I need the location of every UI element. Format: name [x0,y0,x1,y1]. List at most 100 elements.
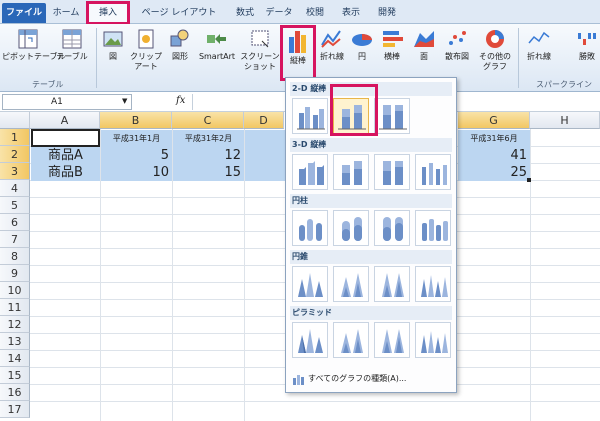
pivot-table-button[interactable]: ピボットテーブル [2,27,66,62]
area-chart-label: 面 [420,52,428,61]
row-header[interactable]: 5 [0,197,30,214]
cell-g1[interactable]: 平成31年6月 [458,130,530,147]
cell-a1-selected[interactable] [31,129,100,147]
group-separator [96,28,97,88]
grid-line [30,401,600,402]
all-chart-types-link[interactable]: すべてのグラフの種類(A)... [290,370,452,388]
row-header[interactable]: 4 [0,180,30,197]
cell-c1[interactable]: 平成31年2月 [173,130,244,147]
table-button[interactable]: テーブル [54,27,90,62]
scatter-chart-button[interactable]: 散布図 [440,27,474,62]
column-header-h[interactable]: H [530,112,600,129]
percent-stacked-column-2d[interactable] [374,98,410,134]
percent-stacked-pyramid[interactable] [374,322,410,358]
row-header[interactable]: 7 [0,231,30,248]
cylinder-icon [342,217,362,241]
cell-b2[interactable]: 5 [101,147,172,164]
clustered-pyramid[interactable] [292,322,328,358]
column-header-c[interactable]: C [172,112,244,129]
cell-g3[interactable]: 25 [458,164,530,181]
fill-handle[interactable] [527,178,531,182]
tab-data[interactable]: データ [262,3,296,23]
cell-g2[interactable]: 41 [458,147,530,164]
sparkline-winloss-button[interactable]: 勝敗 [574,27,600,62]
name-box[interactable]: A1 [2,94,132,110]
cell-a2[interactable]: 商品A [31,147,100,164]
percent-stacked-column-icon [379,105,407,130]
stacked-pyramid[interactable] [333,322,369,358]
clustered-cylinder[interactable] [292,210,328,246]
tab-review[interactable]: 校閲 [300,3,330,23]
cell-d2[interactable] [245,147,285,164]
other-charts-button[interactable]: その他の グラフ [476,27,514,72]
percent-stacked-cone[interactable] [374,266,410,302]
line-chart-icon [321,30,341,48]
row-header[interactable]: 9 [0,265,30,282]
row-header[interactable]: 6 [0,214,30,231]
column-header-a[interactable]: A [30,112,100,129]
cell-c3[interactable]: 15 [173,164,244,181]
all-chart-types-label: すべてのグラフの種類(A)... [308,374,407,383]
stacked-column-3d[interactable] [333,154,369,190]
cone-3d[interactable] [415,266,451,302]
pyramid-icon [341,329,363,353]
pyramid-3d[interactable] [415,322,451,358]
column-header-d[interactable]: D [244,112,284,129]
row-header[interactable]: 10 [0,282,30,299]
column-header-g[interactable]: G [458,112,530,129]
line-chart-button[interactable]: 折れ線 [317,27,347,62]
area-chart-icon [414,31,434,47]
percent-stacked-column-3d[interactable] [374,154,410,190]
tab-file[interactable]: ファイル [2,3,46,23]
cell-b1[interactable]: 平成31年1月 [101,130,172,147]
row-header[interactable]: 3 [0,163,30,180]
row-header[interactable]: 12 [0,316,30,333]
clustered-column-3d[interactable] [292,154,328,190]
row-header[interactable]: 2 [0,146,30,163]
tab-formulas[interactable]: 数式 [230,3,260,23]
stacked-cone[interactable] [333,266,369,302]
screenshot-button[interactable]: スクリーン ショット [240,27,280,72]
column-header-b[interactable]: B [100,112,172,129]
tab-view[interactable]: 表示 [336,3,366,23]
clustered-cone[interactable] [292,266,328,302]
row-header[interactable]: 1 [0,129,30,146]
cylinder-3d[interactable] [415,210,451,246]
cell-b3[interactable]: 10 [101,164,172,181]
shapes-button[interactable]: 図形 [166,27,194,62]
cell-d3[interactable] [245,164,285,181]
row-header[interactable]: 11 [0,299,30,316]
cell-c2[interactable]: 12 [173,147,244,164]
select-all-corner[interactable] [0,112,30,129]
chevron-down-icon[interactable]: ▼ [122,97,127,105]
sparkline-winloss-label: 勝敗 [579,52,595,61]
fx-icon[interactable]: fx [176,95,185,106]
tab-page-layout[interactable]: ページ レイアウト [134,3,224,23]
bar-chart-button[interactable]: 横棒 [377,27,407,62]
row-header[interactable]: 15 [0,367,30,384]
pivot-table-label: ピボットテーブル [2,52,66,61]
row-header[interactable]: 16 [0,384,30,401]
percent-stacked-cylinder[interactable] [374,210,410,246]
pie-chart-button[interactable]: 円 [349,27,375,62]
area-chart-button[interactable]: 面 [410,27,438,62]
row-header[interactable]: 13 [0,333,30,350]
tab-developer[interactable]: 開発 [370,3,404,23]
clipart-button[interactable]: クリップ アート [128,27,164,72]
row-header[interactable]: 8 [0,248,30,265]
row-header[interactable]: 14 [0,350,30,367]
bar-chart-label: 横棒 [384,52,400,61]
cell-a3[interactable]: 商品B [31,164,100,181]
cylinder-icon [383,217,403,241]
tab-home[interactable]: ホーム [48,3,84,23]
stacked-cylinder[interactable] [333,210,369,246]
picture-button[interactable]: 図 [100,27,126,62]
picture-label: 図 [109,52,117,61]
section-3d-column: 3-D 縦棒 [290,138,452,152]
cell-d1[interactable] [245,130,285,147]
smartart-button[interactable]: SmartArt [196,27,238,62]
clustered-column-2d[interactable] [292,98,328,134]
column-3d[interactable] [415,154,451,190]
row-header[interactable]: 17 [0,401,30,418]
sparkline-line-button[interactable]: 折れ線 [522,27,556,62]
